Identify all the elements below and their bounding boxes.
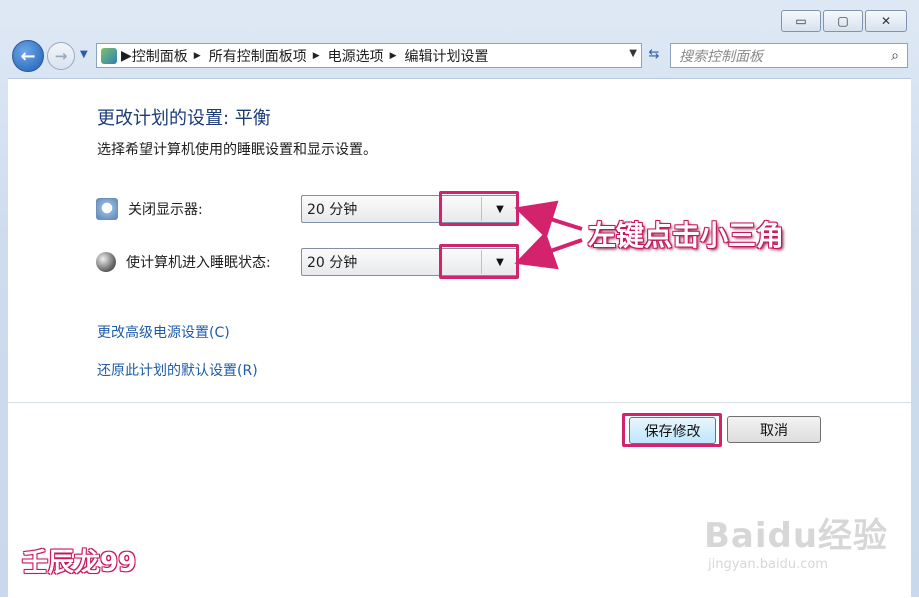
search-icon[interactable]: ⌕ — [883, 48, 907, 64]
forward-button[interactable]: → — [47, 42, 75, 70]
chevron-right-icon[interactable]: ▶ — [121, 48, 132, 64]
minimize-button[interactable]: ▭ — [781, 10, 821, 32]
maximize-button[interactable]: ▢ — [823, 10, 863, 32]
address-dropdown-icon[interactable]: ▼ — [629, 48, 637, 59]
cancel-button[interactable]: 取消 — [727, 416, 821, 443]
search-box[interactable]: 搜索控制面板 ⌕ — [670, 43, 908, 68]
chevron-right-icon[interactable]: ▶ — [390, 51, 397, 61]
setting-row-display: 关闭显示器: — [96, 195, 203, 223]
breadcrumb-all-items[interactable]: 所有控制面板项 ▶ — [209, 46, 328, 66]
control-panel-icon — [101, 47, 117, 64]
author-watermark: 壬辰龙99 — [22, 548, 137, 578]
breadcrumb-label: 编辑计划设置 — [404, 48, 489, 65]
setting-label-sleep: 使计算机进入睡眠状态: — [126, 255, 271, 271]
back-arrow-icon: ← — [20, 45, 36, 67]
setting-label-display: 关闭显示器: — [128, 202, 203, 218]
navigation-bar: ← → ▼ ▶ 控制面板 ▶ 所有控制面板项 ▶ 电源选项 ▶ 编辑计划设置 ▼ ⇆ … — [10, 40, 910, 72]
caption-buttons: ▭ ▢ ✕ — [781, 10, 907, 32]
annotation-callout: 左键点击小三角 — [588, 219, 785, 252]
breadcrumb-label: 所有控制面板项 — [208, 48, 307, 65]
refresh-icon: ⇆ — [648, 47, 660, 62]
address-bar[interactable]: ▶ 控制面板 ▶ 所有控制面板项 ▶ 电源选项 ▶ 编辑计划设置 ▼ — [96, 43, 642, 68]
breadcrumb-label: 控制面板 — [131, 48, 188, 65]
chevron-right-icon[interactable]: ▶ — [194, 51, 201, 61]
breadcrumb-control-panel[interactable]: 控制面板 ▶ — [132, 46, 209, 66]
advanced-power-settings-link[interactable]: 更改高级电源设置(C) — [97, 322, 230, 342]
maximize-icon: ▢ — [837, 14, 849, 28]
minimize-icon: ▭ — [795, 14, 807, 28]
page-title: 更改计划的设置: 平衡 — [97, 108, 271, 129]
breadcrumb-edit-plan[interactable]: 编辑计划设置 — [405, 46, 489, 66]
baidu-watermark: Baidu经验 jingyan.baidu.com — [704, 508, 904, 588]
back-button[interactable]: ← — [12, 40, 44, 72]
recent-pages-dropdown[interactable]: ▼ — [80, 49, 88, 60]
highlight-box-display-arrow — [439, 191, 519, 226]
setting-row-sleep: 使计算机进入睡眠状态: — [96, 248, 271, 276]
breadcrumb-label: 电源选项 — [327, 48, 384, 65]
footer-divider — [8, 402, 911, 403]
breadcrumb-power-options[interactable]: 电源选项 ▶ — [328, 46, 405, 66]
monitor-icon — [96, 198, 118, 220]
forward-arrow-icon: → — [54, 47, 68, 65]
search-input[interactable]: 搜索控制面板 — [679, 46, 883, 66]
chevron-right-icon[interactable]: ▶ — [313, 51, 320, 61]
page-subtitle: 选择希望计算机使用的睡眠设置和显示设置。 — [97, 142, 377, 158]
restore-defaults-link[interactable]: 还原此计划的默认设置(R) — [97, 360, 258, 380]
baidu-url-text: jingyan.baidu.com — [708, 557, 828, 572]
refresh-button[interactable]: ⇆ — [643, 43, 665, 66]
close-icon: ✕ — [880, 14, 892, 28]
baidu-brand-text: Baidu经验 — [704, 516, 889, 556]
highlight-box-sleep-arrow — [439, 244, 519, 279]
close-button[interactable]: ✕ — [865, 10, 907, 32]
moon-icon — [96, 252, 116, 272]
highlight-box-save — [622, 413, 722, 447]
